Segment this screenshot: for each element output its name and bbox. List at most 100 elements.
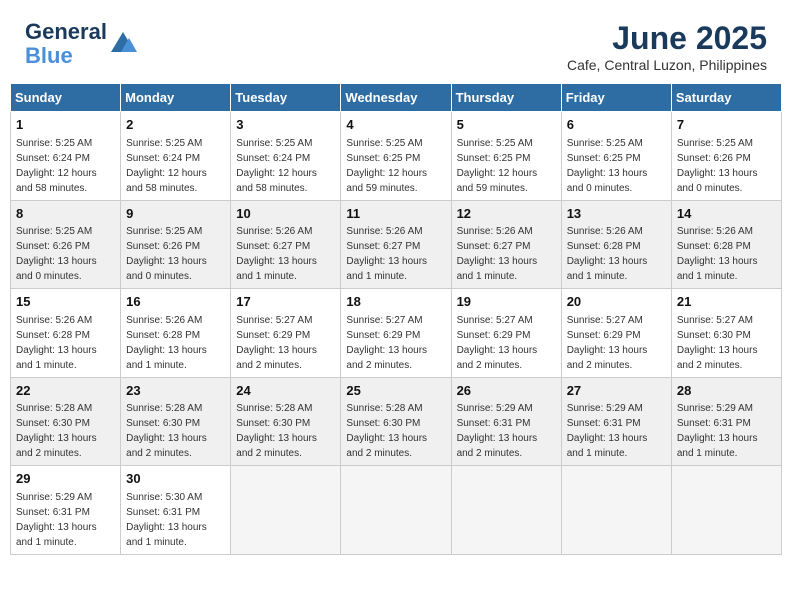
day-number: 14 <box>677 205 776 223</box>
day-info: Sunrise: 5:25 AM Sunset: 6:24 PM Dayligh… <box>236 138 317 194</box>
day-number: 11 <box>346 205 445 223</box>
table-row: 5 Sunrise: 5:25 AM Sunset: 6:25 PM Daylig… <box>451 112 561 201</box>
col-saturday: Saturday <box>671 84 781 112</box>
table-row: 27 Sunrise: 5:29 AM Sunset: 6:31 PM Dayli… <box>561 377 671 466</box>
day-info: Sunrise: 5:26 AM Sunset: 6:27 PM Dayligh… <box>236 226 317 282</box>
day-number: 24 <box>236 382 335 400</box>
day-info: Sunrise: 5:25 AM Sunset: 6:25 PM Dayligh… <box>346 138 427 194</box>
table-row <box>231 466 341 555</box>
table-row: 15Sunrise: 5:26 AM Sunset: 6:28 PM Dayli… <box>11 289 121 378</box>
table-row: 23 Sunrise: 5:28 AM Sunset: 6:30 PM Dayli… <box>121 377 231 466</box>
calendar-week-row: 15 Sunrise: 5:26 AM Sunset: 6:28 PM Dayli… <box>11 289 782 378</box>
calendar-week-row: 8Sunrise: 5:25 AM Sunset: 6:26 PM Daylig… <box>11 200 782 289</box>
day-number: 12 <box>457 205 556 223</box>
table-row <box>671 466 781 555</box>
day-info: Sunrise: 5:26 AM Sunset: 6:27 PM Dayligh… <box>346 226 427 282</box>
logo-icon <box>109 30 137 58</box>
day-info: Sunrise: 5:26 AM Sunset: 6:28 PM Dayligh… <box>567 226 648 282</box>
col-wednesday: Wednesday <box>341 84 451 112</box>
title-area: June 2025 Cafe, Central Luzon, Philippin… <box>567 20 767 73</box>
day-number: 10 <box>236 205 335 223</box>
table-row: 13 Sunrise: 5:26 AM Sunset: 6:28 PM Dayli… <box>561 200 671 289</box>
day-info: Sunrise: 5:27 AM Sunset: 6:29 PM Dayligh… <box>457 315 538 371</box>
day-info: Sunrise: 5:25 AM Sunset: 6:25 PM Dayligh… <box>457 138 538 194</box>
day-info: Sunrise: 5:28 AM Sunset: 6:30 PM Dayligh… <box>346 403 427 459</box>
table-row: 7Sunrise: 5:25 AM Sunset: 6:26 PM Daylig… <box>671 112 781 201</box>
day-info: Sunrise: 5:26 AM Sunset: 6:28 PM Dayligh… <box>126 315 207 371</box>
table-row: 11 Sunrise: 5:26 AM Sunset: 6:27 PM Dayli… <box>341 200 451 289</box>
table-row: 29Sunrise: 5:29 AM Sunset: 6:31 PM Dayli… <box>11 466 121 555</box>
table-row: 16 Sunrise: 5:26 AM Sunset: 6:28 PM Dayli… <box>121 289 231 378</box>
day-info: Sunrise: 5:26 AM Sunset: 6:28 PM Dayligh… <box>677 226 758 282</box>
table-row: 17Sunrise: 5:27 AM Sunset: 6:29 PM Dayli… <box>231 289 341 378</box>
table-row: 4Sunrise: 5:25 AM Sunset: 6:25 PM Daylig… <box>341 112 451 201</box>
day-number: 7 <box>677 116 776 134</box>
table-row: 28 Sunrise: 5:29 AM Sunset: 6:31 PM Dayli… <box>671 377 781 466</box>
logo: GeneralBlue <box>25 20 137 68</box>
day-info: Sunrise: 5:29 AM Sunset: 6:31 PM Dayligh… <box>567 403 648 459</box>
table-row: 12Sunrise: 5:26 AM Sunset: 6:27 PM Dayli… <box>451 200 561 289</box>
table-row: 14 Sunrise: 5:26 AM Sunset: 6:28 PM Dayli… <box>671 200 781 289</box>
col-sunday: Sunday <box>11 84 121 112</box>
day-number: 15 <box>16 293 115 311</box>
day-info: Sunrise: 5:28 AM Sunset: 6:30 PM Dayligh… <box>126 403 207 459</box>
day-info: Sunrise: 5:25 AM Sunset: 6:24 PM Dayligh… <box>16 138 97 194</box>
day-number: 2 <box>126 116 225 134</box>
day-info: Sunrise: 5:25 AM Sunset: 6:24 PM Dayligh… <box>126 138 207 194</box>
table-row: 20 Sunrise: 5:27 AM Sunset: 6:29 PM Dayli… <box>561 289 671 378</box>
day-info: Sunrise: 5:30 AM Sunset: 6:31 PM Dayligh… <box>126 492 207 548</box>
day-number: 17 <box>236 293 335 311</box>
day-info: Sunrise: 5:29 AM Sunset: 6:31 PM Dayligh… <box>457 403 538 459</box>
day-number: 27 <box>567 382 666 400</box>
day-info: Sunrise: 5:27 AM Sunset: 6:29 PM Dayligh… <box>567 315 648 371</box>
table-row: 21Sunrise: 5:27 AM Sunset: 6:30 PM Dayli… <box>671 289 781 378</box>
day-number: 16 <box>126 293 225 311</box>
table-row: 26 Sunrise: 5:29 AM Sunset: 6:31 PM Dayli… <box>451 377 561 466</box>
col-monday: Monday <box>121 84 231 112</box>
calendar-week-row: 22 Sunrise: 5:28 AM Sunset: 6:30 PM Dayli… <box>11 377 782 466</box>
day-number: 28 <box>677 382 776 400</box>
day-number: 18 <box>346 293 445 311</box>
table-row <box>561 466 671 555</box>
day-info: Sunrise: 5:25 AM Sunset: 6:25 PM Dayligh… <box>567 138 648 194</box>
col-thursday: Thursday <box>451 84 561 112</box>
calendar-week-row: 29Sunrise: 5:29 AM Sunset: 6:31 PM Dayli… <box>11 466 782 555</box>
table-row: 1Sunrise: 5:25 AM Sunset: 6:24 PM Daylig… <box>11 112 121 201</box>
table-row: 2 Sunrise: 5:25 AM Sunset: 6:24 PM Daylig… <box>121 112 231 201</box>
month-title: June 2025 <box>567 20 767 57</box>
day-number: 26 <box>457 382 556 400</box>
table-row: 9 Sunrise: 5:25 AM Sunset: 6:26 PM Daylig… <box>121 200 231 289</box>
day-number: 20 <box>567 293 666 311</box>
day-info: Sunrise: 5:25 AM Sunset: 6:26 PM Dayligh… <box>126 226 207 282</box>
day-number: 30 <box>126 470 225 488</box>
day-number: 23 <box>126 382 225 400</box>
day-number: 25 <box>346 382 445 400</box>
calendar-week-row: 1Sunrise: 5:25 AM Sunset: 6:24 PM Daylig… <box>11 112 782 201</box>
day-number: 9 <box>126 205 225 223</box>
day-number: 22 <box>16 382 115 400</box>
table-row: 18Sunrise: 5:27 AM Sunset: 6:29 PM Dayli… <box>341 289 451 378</box>
day-number: 21 <box>677 293 776 311</box>
day-info: Sunrise: 5:29 AM Sunset: 6:31 PM Dayligh… <box>677 403 758 459</box>
col-tuesday: Tuesday <box>231 84 341 112</box>
table-row: 8Sunrise: 5:25 AM Sunset: 6:26 PM Daylig… <box>11 200 121 289</box>
day-number: 6 <box>567 116 666 134</box>
table-row: 25 Sunrise: 5:28 AM Sunset: 6:30 PM Dayli… <box>341 377 451 466</box>
day-number: 5 <box>457 116 556 134</box>
day-info: Sunrise: 5:28 AM Sunset: 6:30 PM Dayligh… <box>16 403 97 459</box>
day-number: 13 <box>567 205 666 223</box>
day-number: 29 <box>16 470 115 488</box>
page-header: GeneralBlue June 2025 Cafe, Central Luzo… <box>10 10 782 78</box>
table-row: 10 Sunrise: 5:26 AM Sunset: 6:27 PM Dayli… <box>231 200 341 289</box>
location-subtitle: Cafe, Central Luzon, Philippines <box>567 57 767 73</box>
day-info: Sunrise: 5:25 AM Sunset: 6:26 PM Dayligh… <box>16 226 97 282</box>
calendar-table: Sunday Monday Tuesday Wednesday Thursday… <box>10 83 782 555</box>
table-row: 3 Sunrise: 5:25 AM Sunset: 6:24 PM Daylig… <box>231 112 341 201</box>
table-row: 24 Sunrise: 5:28 AM Sunset: 6:30 PM Dayli… <box>231 377 341 466</box>
calendar-header-row: Sunday Monday Tuesday Wednesday Thursday… <box>11 84 782 112</box>
day-number: 3 <box>236 116 335 134</box>
table-row <box>451 466 561 555</box>
table-row: 19Sunrise: 5:27 AM Sunset: 6:29 PM Dayli… <box>451 289 561 378</box>
day-info: Sunrise: 5:28 AM Sunset: 6:30 PM Dayligh… <box>236 403 317 459</box>
logo-text: GeneralBlue <box>25 20 107 68</box>
